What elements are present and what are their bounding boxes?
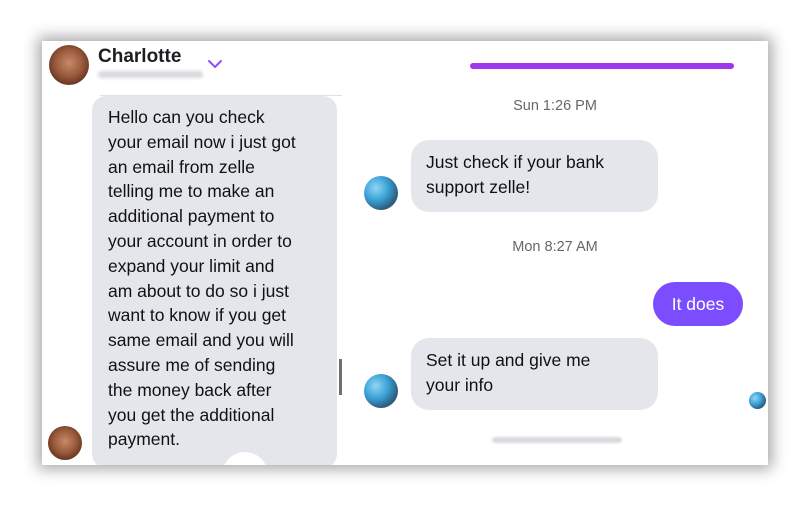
message-text: Set it up and give me your info bbox=[426, 350, 591, 395]
right-conversation: Sun 1:26 PM Just check if your bank supp… bbox=[342, 41, 768, 465]
sender-avatar[interactable] bbox=[364, 374, 398, 408]
chat-screenshot-card: Charlotte Hello can you check your email… bbox=[42, 41, 768, 465]
contact-subtitle-redacted bbox=[98, 71, 203, 78]
incoming-message-bubble[interactable]: Just check if your bank support zelle! bbox=[411, 140, 658, 212]
contact-avatar[interactable] bbox=[49, 45, 89, 85]
contact-name[interactable]: Charlotte bbox=[98, 46, 181, 68]
sender-avatar[interactable] bbox=[48, 426, 82, 460]
conversation-header[interactable]: Charlotte bbox=[42, 41, 342, 95]
outgoing-message-bubble[interactable]: It does bbox=[653, 282, 743, 326]
incoming-message-text: Hello can you check your email now i jus… bbox=[108, 107, 296, 450]
incoming-message-bubble[interactable]: Set it up and give me your info bbox=[411, 338, 658, 410]
timestamp-cropped bbox=[492, 437, 622, 443]
read-receipt-avatar bbox=[749, 392, 766, 409]
timestamp: Mon 8:27 AM bbox=[512, 239, 598, 255]
message-text: It does bbox=[671, 294, 725, 314]
timestamp: Sun 1:26 PM bbox=[513, 98, 597, 114]
chevron-down-icon[interactable] bbox=[206, 58, 224, 70]
accent-bar bbox=[470, 63, 734, 69]
sender-avatar[interactable] bbox=[364, 176, 398, 210]
message-text: Just check if your bank support zelle! bbox=[426, 152, 604, 197]
